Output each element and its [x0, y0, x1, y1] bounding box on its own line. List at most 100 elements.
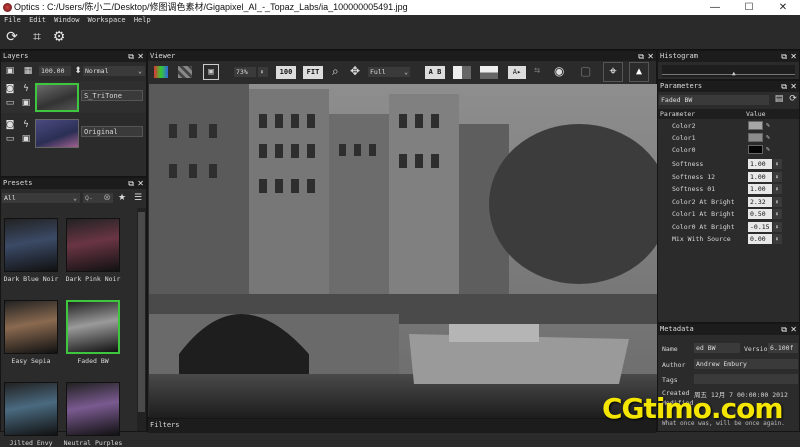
zoom-spin-icon[interactable]: ⬍ — [258, 67, 268, 77]
preset-thumbnail[interactable] — [66, 218, 120, 272]
close-icon[interactable]: ✕ — [137, 51, 144, 62]
preset-thumbnail[interactable] — [4, 218, 58, 272]
visibility-icon[interactable]: ◙ — [4, 84, 16, 95]
float-icon[interactable]: ⧉ — [781, 324, 787, 335]
layer-mask-icon[interactable]: ▣ — [20, 134, 32, 145]
layer-row[interactable]: ◙ ϟ ▭ ▣ Original — [1, 117, 146, 149]
param-value-field[interactable]: 1.00 — [748, 184, 772, 194]
monitor-icon[interactable]: ▢ — [580, 64, 591, 78]
param-value-field[interactable]: 1.00 — [748, 159, 772, 169]
spin-icon[interactable]: ⬍ — [773, 234, 782, 244]
eyedropper-icon[interactable]: ✎ — [766, 145, 770, 153]
close-icon[interactable]: ✕ — [790, 81, 797, 92]
meta-name-field[interactable]: ed BW — [694, 343, 740, 353]
split-horizontal-icon[interactable] — [480, 66, 498, 79]
fit-button[interactable]: FIT — [303, 66, 323, 79]
reset-icon[interactable]: ⟳ — [787, 94, 799, 105]
visibility-icon[interactable]: ◙ — [4, 120, 16, 131]
zoom-input[interactable]: 73% — [234, 67, 256, 77]
add-layer-icon[interactable]: ▣ — [4, 66, 16, 77]
swap-icon[interactable]: ⇆ — [534, 65, 540, 76]
effect-icon[interactable]: ϟ — [20, 120, 32, 131]
menu-help[interactable]: Help — [134, 16, 151, 24]
close-icon[interactable]: ✕ — [790, 51, 797, 62]
param-value-field[interactable]: 0.50 — [748, 209, 772, 219]
viewer-toolbar: ▣ 73% ⬍ 100 FIT ⌕ ✥ Full ⌄ A B A▸ ⇆ ◉ ▢ ⌖… — [148, 61, 656, 84]
refresh-icon[interactable]: ⟳ — [3, 29, 21, 46]
meta-version-field[interactable]: 6.100f — [768, 343, 798, 353]
param-color-swatch[interactable] — [748, 121, 763, 130]
close-icon[interactable]: ✕ — [137, 178, 144, 189]
text-overlay-icon[interactable]: A▸ — [508, 66, 526, 79]
close-button[interactable]: ✕ — [766, 0, 800, 15]
ab-compare-button[interactable]: A B — [425, 66, 445, 79]
minimize-button[interactable]: — — [698, 0, 732, 15]
layer-thumbnail[interactable] — [35, 83, 79, 112]
eyedropper-icon[interactable]: ✎ — [766, 121, 770, 129]
fit-window-icon[interactable]: ▣ — [203, 64, 219, 80]
meta-tags-field[interactable] — [694, 374, 798, 384]
float-icon[interactable]: ⧉ — [128, 178, 134, 189]
effect-icon[interactable]: ϟ — [20, 84, 32, 95]
favorite-star-icon[interactable]: ★ — [116, 193, 128, 204]
param-color-swatch[interactable] — [748, 133, 763, 142]
preset-name-field[interactable]: Faded BW — [659, 95, 769, 105]
param-value-field[interactable]: 0.00 — [748, 234, 772, 244]
maximize-button[interactable]: ☐ — [732, 0, 766, 15]
view-mode-select[interactable]: Full ⌄ — [368, 67, 410, 77]
layer-name[interactable]: S_TriTone — [81, 90, 143, 101]
histogram-overlay-icon[interactable]: ▲ — [629, 62, 649, 82]
image-canvas[interactable] — [149, 84, 657, 418]
menu-file[interactable]: File — [4, 16, 21, 24]
float-icon[interactable]: ⧉ — [781, 81, 787, 92]
spin-icon[interactable]: ⬍ — [773, 159, 782, 169]
param-value-field[interactable]: 1.00 — [748, 171, 772, 182]
float-icon[interactable]: ⧉ — [128, 51, 134, 62]
preset-thumbnail[interactable] — [66, 382, 120, 436]
mask-icon[interactable]: ▭ — [4, 134, 16, 145]
camera-icon[interactable]: ◉ — [554, 64, 564, 78]
export-icon[interactable]: ⚙ — [50, 29, 68, 46]
split-view-icon[interactable] — [453, 66, 471, 79]
param-value-field[interactable]: 2.32 — [748, 196, 772, 207]
zoom-icon[interactable]: ⌕ — [332, 64, 339, 79]
menu-edit[interactable]: Edit — [29, 16, 46, 24]
param-value-field[interactable]: -0.15 — [748, 221, 772, 232]
opacity-input[interactable]: 100.00 — [39, 66, 71, 76]
blend-mode-select[interactable]: Normal ⌄ — [83, 66, 145, 76]
menu-window[interactable]: Window — [54, 16, 79, 24]
channels-icon[interactable] — [154, 66, 168, 78]
layer-name[interactable]: Original — [81, 126, 143, 137]
preset-thumbnail[interactable] — [4, 382, 58, 436]
document-icon[interactable]: ▤ — [773, 94, 785, 105]
layer-options-icon[interactable]: ▦ — [22, 66, 34, 77]
presets-scrollbar[interactable] — [137, 208, 146, 431]
preset-thumbnail[interactable] — [4, 300, 58, 354]
mask-icon[interactable]: ▭ — [4, 98, 16, 109]
float-icon[interactable]: ⧉ — [781, 51, 787, 62]
spin-icon[interactable]: ⬍ — [773, 196, 782, 207]
layer-row[interactable]: ◙ ϟ ▭ ▣ S_TriTone — [1, 81, 146, 113]
pan-icon[interactable]: ✥ — [350, 64, 360, 78]
preset-thumbnail[interactable] — [66, 300, 120, 354]
menu-icon[interactable]: ☰ — [132, 193, 144, 204]
target-icon[interactable]: ⌖ — [603, 62, 623, 82]
clear-search-icon[interactable]: ⊗ — [101, 193, 113, 204]
layer-thumbnail[interactable] — [35, 119, 79, 148]
city-photo — [149, 84, 657, 418]
close-icon[interactable]: ✕ — [790, 324, 797, 335]
zoom-100-button[interactable]: 100 — [276, 66, 296, 79]
spin-icon[interactable]: ⬍ — [773, 171, 782, 182]
crop-icon[interactable]: ⌗ — [28, 29, 46, 46]
param-color-swatch[interactable] — [748, 145, 763, 154]
spin-icon[interactable]: ⬍ — [773, 221, 782, 232]
checker-icon[interactable] — [178, 66, 192, 78]
meta-author-field[interactable]: Andrew Embury — [694, 359, 798, 369]
menu-workspace[interactable]: Workspace — [88, 16, 126, 24]
preset-category-select[interactable]: All ⌄ — [2, 193, 80, 203]
spin-icon[interactable]: ⬍ — [773, 209, 782, 219]
eyedropper-icon[interactable]: ✎ — [766, 133, 770, 141]
spin-icon[interactable]: ⬍ — [773, 184, 782, 194]
scrollbar-thumb[interactable] — [138, 212, 145, 412]
layer-mask-icon[interactable]: ▣ — [20, 98, 32, 109]
